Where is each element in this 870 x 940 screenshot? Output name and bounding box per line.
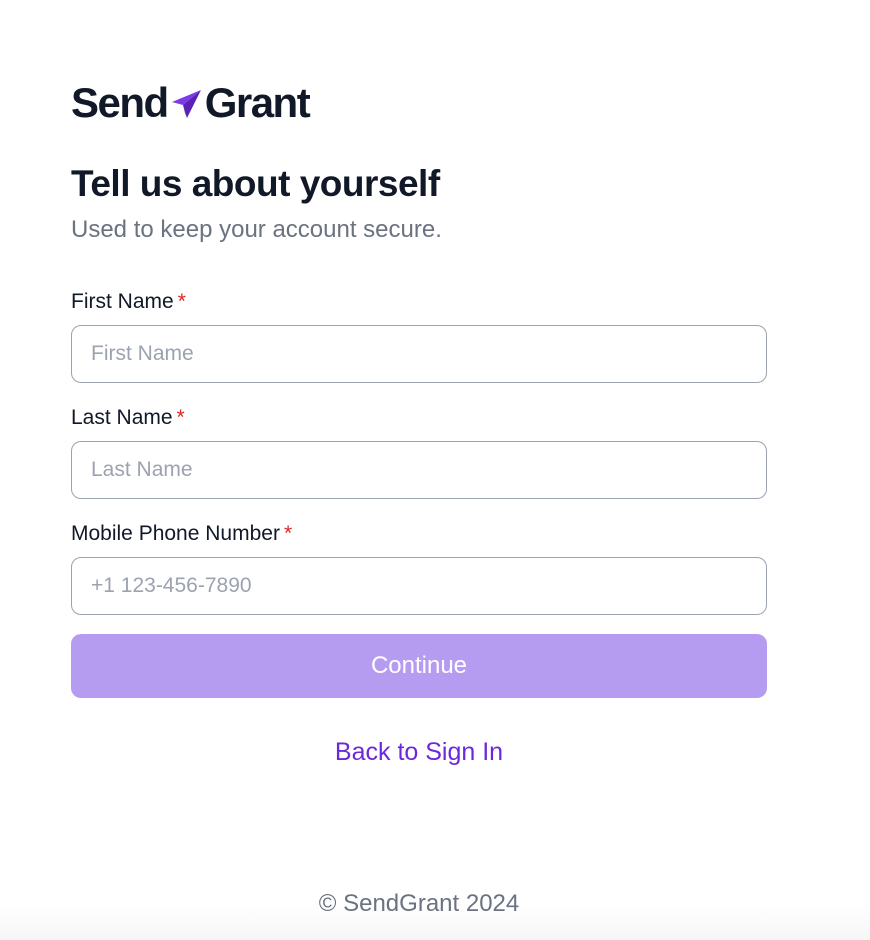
last-name-label: Last Name * <box>71 403 767 433</box>
paper-plane-icon <box>170 86 204 120</box>
first-name-label-text: First Name <box>71 290 174 314</box>
required-marker: * <box>176 406 185 430</box>
phone-input[interactable] <box>71 557 767 616</box>
back-to-sign-in-link[interactable]: Back to Sign In <box>71 738 767 767</box>
phone-label-text: Mobile Phone Number <box>71 522 280 546</box>
footer-copyright: © SendGrant 2024 <box>318 890 520 917</box>
last-name-field-group: Last Name * <box>71 403 767 500</box>
page: Send Grant Tell us about yourself Used t… <box>0 0 870 940</box>
sendgrant-logo: Send Grant <box>71 80 767 126</box>
page-subtitle: Used to keep your account secure. <box>71 216 442 244</box>
last-name-label-text: Last Name <box>71 406 173 430</box>
continue-button[interactable]: Continue <box>71 634 767 699</box>
logo-text-send: Send <box>71 79 169 126</box>
first-name-input[interactable] <box>71 325 767 384</box>
first-name-field-group: First Name * <box>71 287 767 384</box>
logo-text-grant: Grant <box>204 79 311 126</box>
page-title: Tell us about yourself <box>71 163 440 204</box>
required-marker: * <box>177 290 186 314</box>
last-name-input[interactable] <box>71 441 767 500</box>
first-name-label: First Name * <box>71 287 767 317</box>
required-marker: * <box>283 522 293 546</box>
signup-form: Send Grant Tell us about yourself Used t… <box>71 80 767 767</box>
phone-field-group: Mobile Phone Number * <box>71 519 767 616</box>
phone-label: Mobile Phone Number * <box>71 519 767 549</box>
